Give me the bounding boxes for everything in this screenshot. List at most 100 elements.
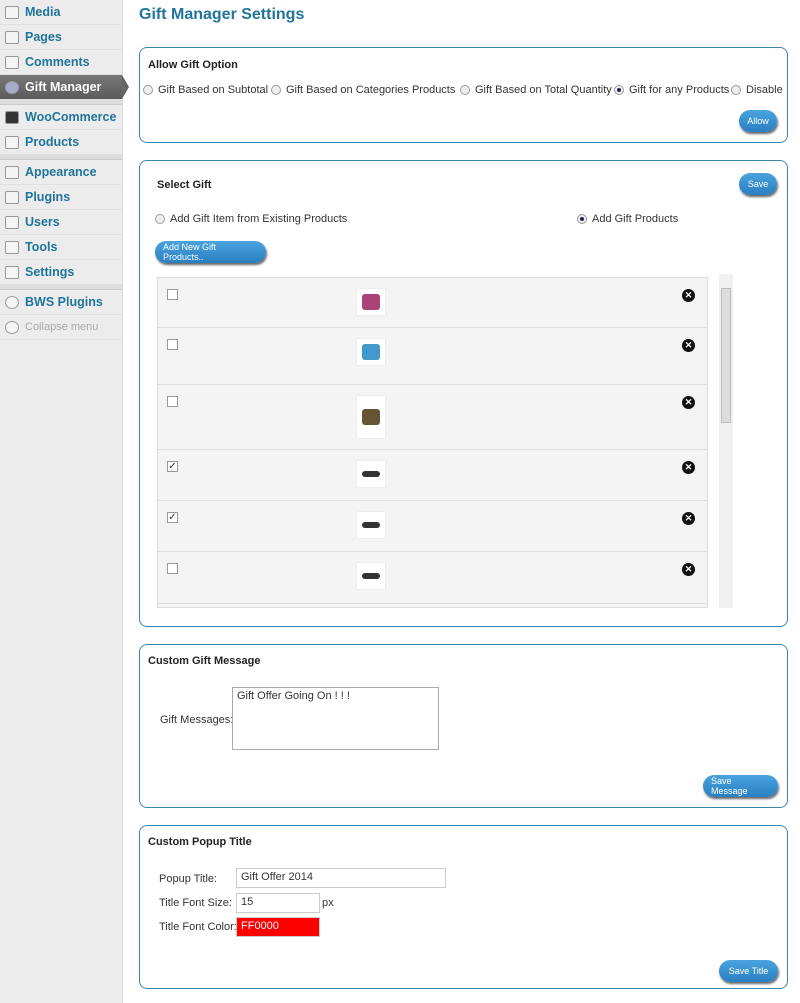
delete-icon[interactable]: ✕ [682,461,695,474]
font-size-label: Title Font Size: [159,897,232,909]
product-glyph [362,573,380,579]
label: Gift Based on Subtotal [158,84,269,96]
allow-gift-option-panel: Allow Gift Option Gift Based on Subtotal… [139,47,788,143]
label: Users [25,215,60,229]
popup-title-input[interactable]: Gift Offer 2014 [236,868,446,888]
plugin-icon [5,190,19,204]
pages-icon [5,30,19,44]
label: Media [25,5,61,19]
sidebar-item-users[interactable]: Users [0,210,122,235]
label: Gift Based on Categories Products [286,84,456,96]
delete-icon[interactable]: ✕ [682,512,695,525]
font-color-label: Title Font Color: [159,921,237,933]
gift-product-row: ✕ [158,385,707,450]
allow-button[interactable]: Allow [739,110,777,132]
save-button[interactable]: Save [739,173,777,195]
product-glyph [362,294,380,310]
row-checkbox[interactable]: ✓ [167,461,178,472]
row-checkbox[interactable]: ✓ [167,512,178,523]
delete-icon[interactable]: ✕ [682,396,695,409]
gift-product-row: ✕ [158,278,707,328]
sidebar-item-pages[interactable]: Pages [0,25,122,50]
label: Add Gift Item from Existing Products [170,213,348,225]
radio-existing-products[interactable]: Add Gift Item from Existing Products [155,213,347,225]
media-icon [5,5,19,19]
row-checkbox[interactable] [167,289,178,300]
woocommerce-icon [5,110,19,124]
radio-add-gift-products[interactable]: Add Gift Products [577,213,678,225]
custom-popup-title-panel: Custom Popup Title Popup Title: Gift Off… [139,825,788,989]
radio-gift-any-products[interactable]: Gift for any Products [614,84,729,96]
label: WooCommerce [25,110,117,124]
row-checkbox[interactable] [167,563,178,574]
label: BWS Plugins [25,295,103,309]
label: Pages [25,30,62,44]
sidebar-item-woocommerce[interactable]: WooCommerce [0,105,122,130]
label: Collapse menu [25,321,99,333]
sidebar-item-products[interactable]: Products [0,130,122,155]
sidebar-item-bws-plugins[interactable]: BWS Plugins [0,290,122,315]
label: Gift Based on Total Quantity [475,84,612,96]
delete-icon[interactable]: ✕ [682,339,695,352]
panel-title: Custom Gift Message [148,655,261,667]
font-size-input[interactable]: 15 [236,893,320,913]
save-title-button[interactable]: Save Title [719,960,778,982]
list-scrollbar[interactable] [719,274,733,608]
users-icon [5,215,19,229]
bws-icon [5,295,19,309]
perfume-bottle-image [356,395,386,439]
label: Add Gift Products [592,213,679,225]
radio-gift-subtotal[interactable]: Gift Based on Subtotal [143,84,268,96]
label: Products [25,135,80,149]
sidebar-item-comments[interactable]: Comments [0,50,122,75]
sidebar-item-settings[interactable]: Settings [0,260,122,285]
product-glyph [362,471,380,477]
radio-gift-total-quantity[interactable]: Gift Based on Total Quantity [460,84,612,96]
product-glyph [362,344,380,360]
perfume-image [356,288,386,316]
sidebar-item-gift-manager[interactable]: Gift Manager [0,75,129,100]
gift-messages-textarea[interactable]: Gift Offer Going On ! ! ! [232,687,439,750]
row-checkbox[interactable] [167,339,178,350]
radio-disable[interactable]: Disable [731,84,783,96]
font-color-input[interactable]: FF0000 [236,917,320,937]
label: Appearance [25,165,97,179]
tools-icon [5,240,19,254]
delete-icon[interactable]: ✕ [682,563,695,576]
add-new-gift-products-button[interactable]: Add New Gift Products.. [155,241,266,263]
product-glyph [362,522,380,528]
sunglasses-image [356,562,386,590]
label: Settings [25,265,75,279]
radio-gift-categories[interactable]: Gift Based on Categories Products [271,84,455,96]
popup-title-label: Popup Title: [159,873,218,885]
page-title: Gift Manager Settings [139,6,305,23]
sunglasses-image [356,460,386,488]
sidebar-item-media[interactable]: Media [0,0,122,25]
label: Comments [25,55,90,69]
cart-icon [5,135,19,149]
settings-icon [5,265,19,279]
delete-icon[interactable]: ✕ [682,289,695,302]
collapse-menu-button[interactable]: Collapse menu [0,315,122,340]
label: Plugins [25,190,71,204]
sidebar-item-plugins[interactable]: Plugins [0,185,122,210]
sunglasses-image [356,511,386,539]
sidebar-item-appearance[interactable]: Appearance [0,160,122,185]
collapse-icon [5,320,19,334]
comments-icon [5,55,19,69]
gear-icon [5,80,19,94]
label: Gift for any Products [629,84,730,96]
save-message-button[interactable]: Save Message [703,775,778,797]
gift-product-list: ✕ ✕ ✕ ✓ ✕ ✓ ✕ ✕ [157,277,708,608]
scrollbar-thumb[interactable] [721,288,731,423]
appearance-icon [5,165,19,179]
px-unit: px [322,897,334,909]
row-checkbox[interactable] [167,396,178,407]
panel-title: Select Gift [157,179,212,191]
sidebar-item-tools[interactable]: Tools [0,235,122,260]
cologne-image [356,338,386,366]
panel-title: Custom Popup Title [148,836,252,848]
panel-title: Allow Gift Option [148,59,238,71]
select-gift-panel: Select Gift Save Add Gift Item from Exis… [139,160,788,627]
gift-product-row: ✕ [158,552,707,604]
